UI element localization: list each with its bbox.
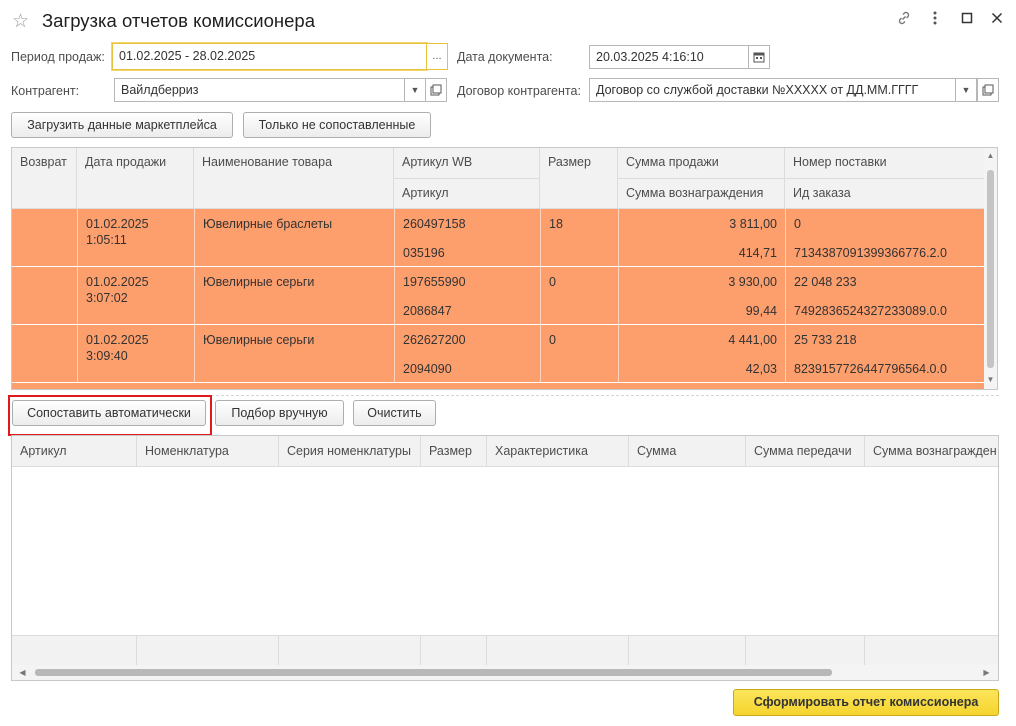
header-size[interactable]: Размер bbox=[421, 436, 487, 467]
doc-date-input[interactable]: 20.03.2025 4:16:10 bbox=[589, 45, 749, 69]
cell-time: 3:07:02 bbox=[86, 291, 128, 305]
cell-sale-sum: 3 811,00 bbox=[729, 217, 777, 231]
cell-supply-no: 25 733 218 bbox=[794, 333, 857, 347]
header-characteristic[interactable]: Характеристика bbox=[487, 436, 629, 467]
table-row[interactable]: 01.02.2025 3:09:40 Ювелирные серьги 2626… bbox=[12, 325, 985, 383]
period-label: Период продаж: bbox=[11, 50, 105, 64]
close-icon[interactable] bbox=[987, 10, 1007, 30]
footer-cell bbox=[746, 635, 865, 665]
header-reward-sum[interactable]: Сумма вознагражден bbox=[865, 436, 998, 467]
table-row[interactable] bbox=[12, 383, 985, 389]
generate-report-button[interactable]: Сформировать отчет комиссионера bbox=[733, 689, 999, 716]
header-article[interactable]: Артикул bbox=[394, 179, 540, 209]
contract-open-icon[interactable] bbox=[977, 78, 999, 102]
header-supply-no[interactable]: Номер поставки bbox=[785, 148, 985, 179]
cell-size: 0 bbox=[549, 333, 556, 347]
header-sale-date[interactable]: Дата продажи bbox=[77, 148, 194, 209]
counterparty-input[interactable]: Вайлдберриз bbox=[114, 78, 405, 102]
header-product-name[interactable]: Наименование товара bbox=[194, 148, 394, 209]
more-icon[interactable] bbox=[925, 10, 945, 30]
cell-date: 01.02.2025 bbox=[86, 333, 149, 347]
period-input[interactable]: 01.02.2025 - 28.02.2025 bbox=[112, 43, 427, 70]
scroll-left-icon[interactable]: ◀ bbox=[16, 668, 29, 677]
cell-time: 3:09:40 bbox=[86, 349, 128, 363]
footer-cell bbox=[421, 635, 487, 665]
cell-order-id: 7134387091399366776.2.0 bbox=[794, 246, 947, 260]
cell-product-name: Ювелирные серьги bbox=[203, 275, 315, 289]
vertical-scrollbar[interactable]: ▲ ▼ bbox=[984, 148, 997, 389]
cell-article-wb: 197655990 bbox=[403, 275, 466, 289]
cell-product-name: Ювелирные серьги bbox=[203, 333, 315, 347]
footer-cell bbox=[137, 635, 279, 665]
footer-cell bbox=[629, 635, 746, 665]
table-row[interactable]: 01.02.2025 3:07:02 Ювелирные серьги 1976… bbox=[12, 267, 985, 325]
auto-match-button[interactable]: Сопоставить автоматически bbox=[12, 400, 206, 426]
cell-order-id: 8239157726447796564.0.0 bbox=[794, 362, 947, 376]
header-transfer-sum[interactable]: Сумма передачи bbox=[746, 436, 865, 467]
scroll-down-icon[interactable]: ▼ bbox=[984, 375, 997, 384]
cell-product-name: Ювелирные браслеты bbox=[203, 217, 333, 231]
footer-cell bbox=[865, 635, 998, 665]
table-row[interactable]: 01.02.2025 1:05:11 Ювелирные браслеты 26… bbox=[12, 209, 985, 267]
header-reward-sum[interactable]: Сумма вознаграждения bbox=[618, 179, 785, 209]
header-nomenclature[interactable]: Номенклатура bbox=[137, 436, 279, 467]
cell-size: 18 bbox=[549, 217, 563, 231]
manual-select-button[interactable]: Подбор вручную bbox=[215, 400, 344, 426]
cell-sale-sum: 4 441,00 bbox=[728, 333, 777, 347]
cell-reward-sum: 42,03 bbox=[745, 362, 777, 376]
cell-article: 2086847 bbox=[403, 304, 452, 318]
counterparty-dropdown-icon[interactable]: ▼ bbox=[404, 78, 426, 102]
load-marketplace-button[interactable]: Загрузить данные маркетплейса bbox=[11, 112, 233, 138]
header-sum[interactable]: Сумма bbox=[629, 436, 746, 467]
cell-article-wb: 262627200 bbox=[403, 333, 466, 347]
header-order-id[interactable]: Ид заказа bbox=[785, 179, 985, 209]
cell-article: 2094090 bbox=[403, 362, 452, 376]
doc-date-label: Дата документа: bbox=[457, 50, 553, 64]
period-select-button[interactable]: ... bbox=[426, 43, 448, 70]
header-series[interactable]: Серия номенклатуры bbox=[279, 436, 421, 467]
contract-input[interactable]: Договор со службой доставки №XXXXX от ДД… bbox=[589, 78, 956, 102]
cell-sale-sum: 3 930,00 bbox=[728, 275, 777, 289]
cell-date: 01.02.2025 bbox=[86, 217, 149, 231]
footer-cell bbox=[279, 635, 421, 665]
cell-reward-sum: 414,71 bbox=[738, 246, 777, 260]
cell-article-wb: 260497158 bbox=[403, 217, 466, 231]
sales-table[interactable]: Возврат Дата продажи Наименование товара… bbox=[11, 147, 998, 390]
scroll-thumb[interactable] bbox=[35, 669, 832, 676]
matching-table[interactable]: Артикул Номенклатура Серия номенклатуры … bbox=[11, 435, 999, 681]
cell-article: 035196 bbox=[403, 246, 445, 260]
cell-reward-sum: 99,44 bbox=[745, 304, 777, 318]
contract-label: Договор контрагента: bbox=[457, 84, 581, 98]
cell-supply-no: 22 048 233 bbox=[794, 275, 857, 289]
cell-supply-no: 0 bbox=[794, 217, 801, 231]
counterparty-label: Контрагент: bbox=[11, 84, 80, 98]
calendar-icon[interactable] bbox=[748, 45, 770, 69]
scroll-up-icon[interactable]: ▲ bbox=[984, 151, 997, 160]
scroll-right-icon[interactable]: ▶ bbox=[980, 668, 993, 677]
cell-size: 0 bbox=[549, 275, 556, 289]
header-size[interactable]: Размер bbox=[540, 148, 618, 209]
star-icon[interactable]: ☆ bbox=[12, 10, 29, 33]
header-sale-sum[interactable]: Сумма продажи bbox=[618, 148, 785, 179]
only-unmatched-button[interactable]: Только не сопоставленные bbox=[243, 112, 431, 138]
clear-button[interactable]: Очистить bbox=[353, 400, 436, 426]
counterparty-open-icon[interactable] bbox=[425, 78, 447, 102]
header-article[interactable]: Артикул bbox=[12, 436, 137, 467]
maximize-icon[interactable] bbox=[957, 10, 977, 30]
footer-cell bbox=[12, 635, 137, 665]
window-title: Загрузка отчетов комиссионера bbox=[42, 10, 315, 31]
scroll-thumb[interactable] bbox=[987, 170, 994, 368]
contract-dropdown-icon[interactable]: ▼ bbox=[955, 78, 977, 102]
cell-date: 01.02.2025 bbox=[86, 275, 149, 289]
link-icon[interactable] bbox=[894, 10, 914, 30]
horizontal-scrollbar[interactable]: ◀ ▶ bbox=[12, 665, 998, 680]
footer-cell bbox=[487, 635, 629, 665]
cell-order-id: 7492836524327233089.0.0 bbox=[794, 304, 947, 318]
cell-time: 1:05:11 bbox=[86, 233, 127, 247]
header-article-wb[interactable]: Артикул WB bbox=[394, 148, 540, 179]
header-return[interactable]: Возврат bbox=[12, 148, 77, 209]
